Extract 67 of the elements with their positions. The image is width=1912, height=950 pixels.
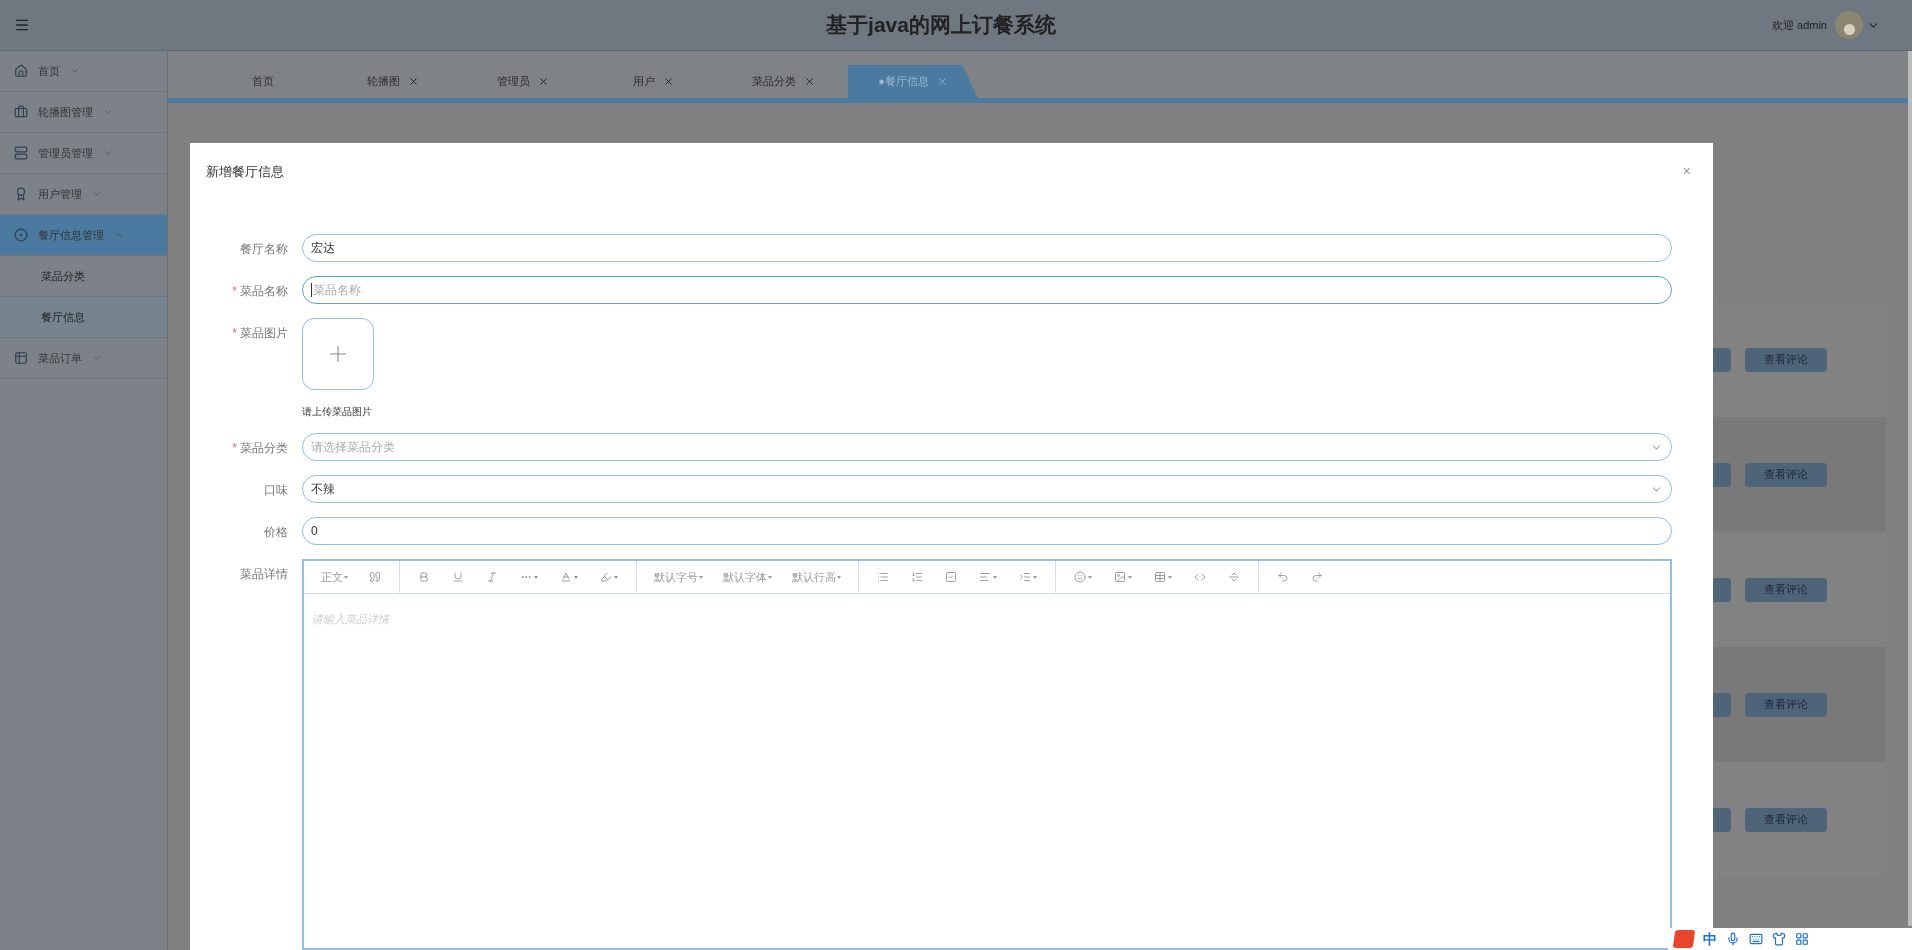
close-icon[interactable]: [662, 76, 674, 87]
sidebar-item[interactable]: 管理员管理: [0, 133, 167, 174]
view-comments-button[interactable]: 查看评论: [1745, 577, 1827, 602]
tab[interactable]: 首页: [198, 65, 328, 98]
sidebar-item[interactable]: 首页: [0, 51, 167, 92]
menu-icon[interactable]: [14, 17, 30, 33]
welcome-text: 欢迎 admin: [1771, 17, 1827, 33]
shirt-icon[interactable]: [1772, 932, 1786, 946]
upload-hint: 请上传菜品图片: [302, 405, 373, 419]
avatar[interactable]: [1835, 11, 1863, 39]
required-mark: *: [232, 440, 237, 457]
briefcase-icon: [14, 105, 28, 119]
field-label: 餐厅名称: [240, 241, 288, 258]
tab[interactable]: ●餐厅信息: [848, 65, 978, 98]
field-label: 菜品图片: [240, 325, 288, 342]
field-label: 菜品分类: [240, 440, 288, 457]
toolbar-dropdown[interactable]: 默认字体: [714, 565, 781, 589]
close-icon[interactable]: [936, 76, 948, 87]
view-comments-button[interactable]: 查看评论: [1745, 807, 1827, 832]
required-mark: *: [232, 325, 237, 342]
row-button[interactable]: [1713, 807, 1731, 832]
microphone-icon[interactable]: [1726, 932, 1740, 946]
chevron-down-icon: [103, 107, 113, 117]
sidebar-subitem[interactable]: 餐厅信息: [0, 297, 167, 338]
grid-icon[interactable]: [1795, 932, 1809, 946]
tab[interactable]: 轮播图: [328, 65, 458, 98]
sidebar-item[interactable]: 菜品订单: [0, 338, 167, 379]
upload-button[interactable]: [302, 318, 374, 390]
row-button[interactable]: [1713, 577, 1731, 602]
input-mode[interactable]: 中: [1703, 928, 1717, 950]
sidebar-item[interactable]: 轮播图管理: [0, 92, 167, 133]
tab[interactable]: 菜品分类: [718, 65, 848, 98]
required-mark: *: [232, 283, 237, 300]
field-label: 口味: [264, 482, 288, 499]
chevron-down-icon: [103, 148, 113, 158]
sidebar-item[interactable]: 餐厅信息管理: [0, 215, 167, 256]
field-label: 菜品名称: [240, 283, 288, 300]
chevron-down-icon: [92, 353, 102, 363]
dialog-title: 新增餐厅信息: [206, 162, 284, 181]
field-label: 菜品详情: [240, 566, 288, 583]
view-comments-button[interactable]: 查看评论: [1745, 462, 1827, 487]
field-label: 价格: [264, 524, 288, 541]
row-button[interactable]: [1713, 462, 1731, 487]
chevron-down-icon: [92, 189, 102, 199]
view-comments-button[interactable]: 查看评论: [1745, 692, 1827, 717]
tab[interactable]: 管理员: [458, 65, 588, 98]
close-icon[interactable]: [538, 76, 549, 87]
close-button[interactable]: ×: [1682, 161, 1691, 182]
tab[interactable]: 用户: [588, 65, 718, 98]
app-title: 基于java的网上订餐系统: [826, 12, 1056, 39]
server-icon: [14, 146, 28, 160]
toolbar-dropdown[interactable]: 默认行高: [783, 565, 850, 589]
toolbar-dropdown[interactable]: 正文: [312, 565, 357, 589]
chevron-up-icon: [114, 230, 124, 240]
view-comments-button[interactable]: 查看评论: [1745, 347, 1827, 372]
table-icon: [14, 351, 28, 365]
close-icon[interactable]: [803, 76, 815, 87]
keyboard-icon[interactable]: [1749, 932, 1763, 946]
row-button[interactable]: [1713, 347, 1731, 372]
row-button[interactable]: [1713, 692, 1731, 717]
sogou-logo-icon: [1672, 930, 1696, 948]
close-icon[interactable]: [408, 76, 419, 87]
chevron-down-icon: [70, 66, 80, 76]
award-icon: [14, 187, 28, 201]
circle-icon: [14, 228, 28, 242]
toolbar-dropdown[interactable]: 默认字号: [645, 565, 712, 589]
home-icon: [14, 64, 28, 78]
